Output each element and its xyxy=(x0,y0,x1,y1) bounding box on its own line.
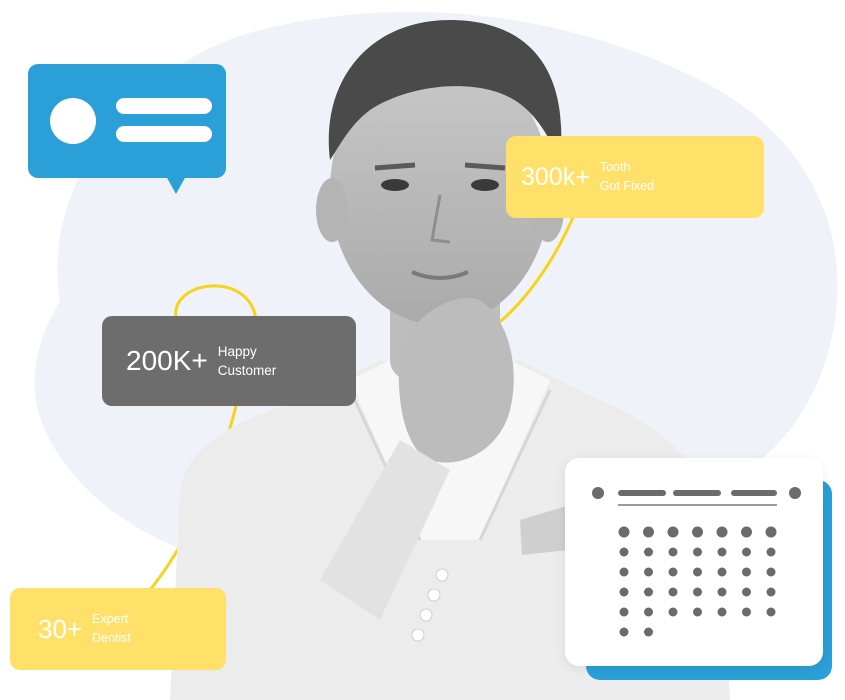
calendar-header-bar xyxy=(731,490,777,496)
calendar-day-dot xyxy=(619,587,629,597)
calendar-day-dot xyxy=(619,607,629,617)
calendar-day-dot xyxy=(742,607,751,617)
calendar-day-dot xyxy=(765,526,777,538)
chat-text-line xyxy=(116,126,212,142)
calendar-day-grid xyxy=(618,526,777,637)
calendar-day-dot xyxy=(717,587,727,597)
calendar-day-dot xyxy=(766,607,776,617)
calendar-header-bar xyxy=(618,490,666,496)
calendar-day-dot xyxy=(766,567,776,577)
calendar-day-dot xyxy=(668,587,678,597)
calendar-day-dot xyxy=(667,526,679,538)
calendar-prev-dot xyxy=(592,487,604,499)
calendar-day-dot xyxy=(766,547,776,557)
chat-bubble-tail xyxy=(166,176,186,194)
stat-number: 30+ xyxy=(38,614,83,644)
calendar-day-dot xyxy=(618,526,630,538)
stat-label: Tooth Got Fixed xyxy=(600,158,654,196)
stat-card-tooth: 300k+ Tooth Got Fixed xyxy=(506,136,764,218)
calendar-day-dot xyxy=(643,526,654,538)
calendar-day-dot xyxy=(716,526,728,538)
calendar-day-dot xyxy=(742,567,751,577)
stat-card-customer: 200K+ Happy Customer xyxy=(102,316,356,406)
chat-text-line xyxy=(116,98,212,114)
calendar-day-dot xyxy=(717,567,727,577)
calendar-day-dot xyxy=(693,567,702,577)
chat-avatar-circle xyxy=(50,98,96,144)
stat-label-line: Expert xyxy=(92,612,129,626)
calendar-day-dot xyxy=(693,547,702,557)
calendar-day-dot xyxy=(742,547,751,557)
calendar-day-dot xyxy=(741,526,752,538)
calendar-day-dot xyxy=(644,607,653,617)
calendar-icon xyxy=(565,458,823,666)
stat-number: 300k+ xyxy=(521,162,590,191)
calendar-day-dot xyxy=(644,567,653,577)
stat-card-dentist: 30+ Expert Dentist xyxy=(10,588,226,670)
calendar-day-dot xyxy=(717,607,727,617)
calendar-graphic xyxy=(592,487,801,637)
stat-number: 200K+ xyxy=(126,345,208,376)
calendar-day-dot xyxy=(742,587,751,597)
stat-label-line: Got Fixed xyxy=(599,179,654,193)
calendar-day-dot xyxy=(644,547,653,557)
calendar-day-dot xyxy=(668,567,678,577)
calendar-day-dot xyxy=(693,587,702,597)
calendar-day-dot xyxy=(668,607,678,617)
calendar-day-dot xyxy=(619,547,629,557)
stat-label-line: Tooth xyxy=(599,160,631,174)
calendar-day-dot xyxy=(619,567,629,577)
hero-illustration: 300k+ Tooth Got Fixed 200K+ Happy Custom… xyxy=(0,0,845,700)
stat-label: Happy Customer xyxy=(218,342,277,380)
calendar-header-bar xyxy=(673,490,721,496)
calendar-day-dot xyxy=(644,627,653,637)
stat-label-line: Customer xyxy=(217,363,277,378)
calendar-day-dot xyxy=(693,607,702,617)
calendar-next-dot xyxy=(789,487,801,499)
calendar-day-dot xyxy=(717,547,727,557)
stat-label: Expert Dentist xyxy=(92,610,131,648)
calendar-day-dot xyxy=(619,627,629,637)
calendar-day-dot xyxy=(668,547,678,557)
stat-label-line: Happy xyxy=(217,344,257,359)
calendar-day-dot xyxy=(766,587,776,597)
stat-label-line: Dentist xyxy=(92,631,132,645)
calendar-day-dot xyxy=(644,587,653,597)
chat-bubble-icon xyxy=(28,64,226,178)
calendar-day-dot xyxy=(692,526,703,538)
